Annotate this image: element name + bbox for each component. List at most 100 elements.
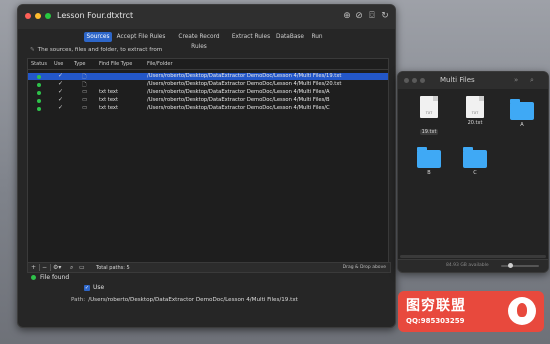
- table-row[interactable]: ✓ 🗋 /Users/roberto/Desktop/DataExtractor…: [28, 72, 388, 80]
- folder-icon: ▭: [82, 89, 88, 95]
- total-paths: Total paths: 5: [96, 265, 130, 271]
- finder-status-bar: 84.93 GB available: [398, 259, 548, 272]
- col-use[interactable]: Use: [54, 61, 63, 67]
- table-row[interactable]: ✓ 🗋 /Users/roberto/Desktop/DataExtractor…: [28, 80, 388, 88]
- finder-item-name: A: [520, 122, 524, 128]
- file-path: /Users/roberto/Desktop/DataExtractor Dem…: [147, 105, 330, 111]
- file-path: /Users/roberto/Desktop/DataExtractor Dem…: [147, 81, 342, 87]
- finder-item-name: C: [473, 170, 477, 176]
- status-dot: [37, 98, 41, 103]
- main-window: Lesson Four.dtxtrct ⊕ ⊘ ⌼ ↻ Sources Acce…: [17, 4, 396, 328]
- minimize-button[interactable]: [35, 13, 41, 19]
- col-file-folder[interactable]: File/Folder: [147, 61, 173, 67]
- divider: [39, 264, 40, 271]
- find-file-type: txt text: [99, 89, 119, 95]
- finder-item-name: 19.txt: [419, 129, 439, 135]
- folder-icon: [463, 147, 487, 168]
- table-row[interactable]: ✓ ▭ txt text /Users/roberto/Desktop/Data…: [28, 104, 388, 112]
- finder-item-name: 20.txt: [467, 120, 483, 126]
- add-icon[interactable]: ⊕: [342, 11, 352, 21]
- finder-item[interactable]: TXT 19.txt: [413, 96, 445, 137]
- horizontal-scrollbar[interactable]: [400, 255, 546, 258]
- file-status: File found: [31, 274, 69, 281]
- table-row[interactable]: ✓ ▭ txt text /Users/roberto/Desktop/Data…: [28, 88, 388, 96]
- tab-bar: Sources Accept File Rules Create Record …: [18, 32, 395, 50]
- file-path: /Users/roberto/Desktop/DataExtractor Dem…: [147, 97, 330, 103]
- finder-minimize-button[interactable]: [412, 78, 417, 83]
- finder-zoom-button[interactable]: [420, 78, 425, 83]
- flame-logo-icon: [508, 297, 536, 325]
- sources-hint: ✎ The sources, files and folder, to extra…: [30, 47, 162, 53]
- sources-hint-text: The sources, files and folder, to extrac…: [37, 47, 163, 53]
- tab-database[interactable]: DataBase: [274, 32, 306, 42]
- folder-icon: [510, 99, 534, 120]
- no-icon[interactable]: ⊘: [354, 11, 364, 21]
- path-value: /Users/roberto/Desktop/DataExtractor Dem…: [88, 297, 298, 303]
- folder-icon: ▭: [82, 105, 88, 111]
- file-status-text: File found: [40, 274, 70, 281]
- forward-chevron-icon[interactable]: »: [514, 76, 518, 84]
- tab-accept-file-rules[interactable]: Accept File Rules: [115, 32, 167, 42]
- disk-space: 84.93 GB available: [446, 263, 489, 268]
- use-checkmark[interactable]: ✓: [58, 104, 63, 111]
- search-icon[interactable]: ⌕: [530, 76, 534, 85]
- remove-row-button[interactable]: −: [42, 264, 47, 271]
- watermark-title: 图穷联盟: [406, 298, 466, 314]
- finder-item-name: B: [427, 170, 431, 176]
- table-footer: + − ⚙▾ ⌕ ▭ Total paths: 5 Drag & Drop ab…: [27, 262, 391, 273]
- finder-title: Multi Files: [440, 76, 475, 84]
- table-header: Status Use Type Find File Type File/Fold…: [28, 59, 388, 70]
- use-checkmark[interactable]: ✓: [58, 96, 63, 103]
- sources-table[interactable]: Status Use Type Find File Type File/Fold…: [27, 58, 389, 263]
- tab-sources[interactable]: Sources: [84, 32, 112, 42]
- finder-item[interactable]: B: [413, 146, 445, 176]
- file-path: /Users/roberto/Desktop/DataExtractor Dem…: [147, 73, 342, 79]
- status-dot: [37, 74, 41, 79]
- finder-title-bar: Multi Files » ⌕: [398, 72, 548, 89]
- find-file-type: txt text: [99, 105, 119, 111]
- search-icon[interactable]: ⌕: [70, 264, 73, 272]
- finder-close-button[interactable]: [404, 78, 409, 83]
- col-status[interactable]: Status: [31, 61, 47, 67]
- zoom-button[interactable]: [45, 13, 51, 19]
- window-title: Lesson Four.dtxtrct: [57, 11, 134, 20]
- divider: [50, 264, 51, 271]
- checkbox-checked-icon[interactable]: ✓: [84, 284, 90, 291]
- close-button[interactable]: [25, 13, 31, 19]
- filter-icon[interactable]: ⌼: [367, 11, 377, 21]
- find-file-type: txt text: [99, 97, 119, 103]
- path-label: Path:: [71, 297, 86, 303]
- tab-extract-rules[interactable]: Extract Rules: [231, 32, 271, 42]
- status-dot: [37, 82, 41, 87]
- icon-size-slider[interactable]: [501, 263, 539, 268]
- folder-browse-icon[interactable]: ▭: [79, 264, 85, 271]
- action-menu-icon[interactable]: ⚙▾: [53, 264, 61, 271]
- status-dot: [37, 90, 41, 95]
- status-dot: [31, 275, 36, 280]
- folder-icon: [417, 147, 441, 168]
- sync-icon[interactable]: ↻: [380, 11, 390, 21]
- finder-window: Multi Files » ⌕ TXT 19.txt TXT 20.txt A …: [397, 71, 549, 273]
- file-path: /Users/roberto/Desktop/DataExtractor Dem…: [147, 89, 330, 95]
- slider-knob[interactable]: [508, 263, 513, 268]
- folder-icon: ▭: [82, 97, 88, 103]
- doc-ext-label: TXT: [471, 111, 479, 115]
- table-row[interactable]: ✓ ▭ txt text /Users/roberto/Desktop/Data…: [28, 96, 388, 104]
- add-row-button[interactable]: +: [31, 264, 36, 271]
- tab-create-record-rules[interactable]: Create Record Rules: [170, 32, 228, 50]
- finder-item[interactable]: A: [506, 98, 538, 128]
- status-dot: [37, 106, 41, 111]
- doc-ext-label: TXT: [425, 111, 433, 115]
- use-checkmark[interactable]: ✓: [58, 88, 63, 95]
- watermark: 图穷联盟 QQ:985303259: [398, 291, 544, 332]
- finder-item[interactable]: TXT 20.txt: [459, 96, 491, 126]
- use-checkmark[interactable]: ✓: [58, 72, 63, 79]
- use-checkmark[interactable]: ✓: [58, 80, 63, 87]
- watermark-contact: QQ:985303259: [406, 317, 465, 325]
- col-find-file-type[interactable]: Find File Type: [99, 61, 132, 67]
- tab-run[interactable]: Run: [309, 32, 325, 42]
- finder-item[interactable]: C: [459, 146, 491, 176]
- drag-drop-hint: Drag & Drop above: [342, 265, 386, 270]
- use-checkbox[interactable]: ✓ Use: [84, 284, 104, 291]
- col-type[interactable]: Type: [74, 61, 85, 67]
